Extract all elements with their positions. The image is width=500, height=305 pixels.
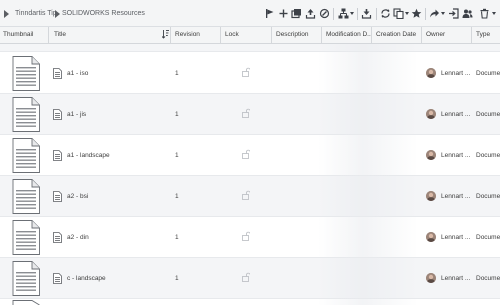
owner-avatar bbox=[426, 232, 436, 242]
row-revision: 1 bbox=[175, 110, 179, 118]
row-type: Document bbox=[476, 69, 500, 77]
upload-icon[interactable] bbox=[305, 8, 316, 19]
document-type-icon bbox=[53, 68, 62, 79]
toolbar: Tinndartis Tip SOLIDWORKS Resources bbox=[0, 0, 500, 27]
table-row[interactable]: c - landscape 1 Lennart ... Document bbox=[0, 258, 500, 299]
row-revision: 1 bbox=[175, 151, 179, 159]
unlocked-lock-icon[interactable] bbox=[242, 190, 251, 200]
owner-avatar bbox=[426, 68, 436, 78]
owner-avatar bbox=[426, 273, 436, 283]
thumbnail-document-icon[interactable] bbox=[12, 220, 40, 255]
row-owner[interactable]: Lennart ... bbox=[441, 53, 471, 93]
document-type-icon bbox=[53, 191, 62, 202]
table-row[interactable]: a2 - din 1 Lennart ... Document bbox=[0, 217, 500, 258]
thumbnail-document-icon bbox=[12, 300, 40, 305]
breadcrumb-item-workspace[interactable]: Tinndartis Tip bbox=[15, 10, 57, 17]
column-header-type[interactable]: Type bbox=[471, 27, 500, 44]
table-body: a1 - iso 1 Lennart ... Document bbox=[0, 44, 500, 305]
toolbar-separator bbox=[357, 8, 358, 20]
document-type-icon bbox=[53, 109, 62, 120]
download-icon[interactable] bbox=[361, 8, 372, 19]
document-type-icon bbox=[53, 232, 62, 243]
owner-avatar bbox=[426, 109, 436, 119]
column-header-lock[interactable]: Lock bbox=[220, 27, 271, 44]
row-title[interactable]: a1 - jis bbox=[67, 94, 167, 134]
sort-icon[interactable] bbox=[162, 29, 169, 39]
column-header-thumbnail[interactable]: Thumbnail bbox=[3, 27, 47, 44]
thumbnail-document-icon[interactable] bbox=[12, 138, 40, 173]
row-revision: 1 bbox=[175, 69, 179, 77]
row-type: Document bbox=[476, 192, 500, 200]
unlocked-lock-icon[interactable] bbox=[242, 67, 251, 77]
flag-icon[interactable] bbox=[264, 8, 275, 19]
toolbar-separator bbox=[425, 8, 426, 20]
toolbar-separator bbox=[333, 8, 334, 20]
row-owner[interactable]: Lennart ... bbox=[441, 94, 471, 134]
row-type: Document bbox=[476, 110, 500, 118]
share-icon[interactable] bbox=[429, 8, 440, 19]
row-title[interactable]: a1 - iso bbox=[67, 53, 167, 93]
row-owner[interactable]: Lennart ... bbox=[441, 135, 471, 175]
unlocked-lock-icon[interactable] bbox=[242, 149, 251, 159]
trash-dropdown-caret-icon[interactable] bbox=[492, 12, 496, 15]
plus-icon[interactable] bbox=[278, 8, 289, 19]
copy-icon[interactable] bbox=[393, 8, 404, 19]
row-title[interactable]: c - landscape bbox=[67, 258, 167, 298]
thumbnail-document-icon[interactable] bbox=[12, 56, 40, 91]
sync-icon[interactable] bbox=[380, 8, 391, 19]
copy-dropdown-caret-icon[interactable] bbox=[405, 12, 409, 15]
link-icon[interactable] bbox=[319, 8, 330, 19]
row-title[interactable]: a2 - bsi bbox=[67, 176, 167, 216]
collection-icon[interactable] bbox=[291, 8, 302, 19]
unlocked-lock-icon[interactable] bbox=[242, 231, 251, 241]
star-icon[interactable] bbox=[411, 8, 422, 19]
row-type: Document bbox=[476, 274, 500, 282]
enter-icon[interactable] bbox=[448, 8, 459, 19]
thumbnail-document-icon[interactable] bbox=[12, 179, 40, 214]
users-icon[interactable] bbox=[462, 8, 473, 19]
row-owner[interactable]: Lennart ... bbox=[441, 217, 471, 257]
row-type: Document bbox=[476, 151, 500, 159]
row-title[interactable]: a2 - din bbox=[67, 217, 167, 257]
unlocked-lock-icon[interactable] bbox=[242, 272, 251, 282]
row-owner[interactable]: Lennart ... bbox=[441, 176, 471, 216]
table-row[interactable]: a1 - landscape 1 Lennart ... Document bbox=[0, 135, 500, 176]
unlocked-lock-icon[interactable] bbox=[242, 108, 251, 118]
row-title[interactable]: a1 - landscape bbox=[67, 135, 167, 175]
column-header-owner[interactable]: Owner bbox=[421, 27, 471, 44]
table-row-partial bbox=[0, 297, 500, 305]
table-row[interactable]: a1 - iso 1 Lennart ... Document bbox=[0, 53, 500, 94]
hierarchy-dropdown-caret-icon[interactable] bbox=[350, 12, 354, 15]
breadcrumb-item-folder[interactable]: SOLIDWORKS Resources bbox=[62, 10, 145, 17]
column-header-description[interactable]: Description bbox=[271, 27, 321, 44]
thumbnail-document-icon[interactable] bbox=[12, 261, 40, 296]
breadcrumb-separator-icon bbox=[55, 10, 60, 18]
column-header-modification-date[interactable]: Modification D... bbox=[321, 27, 371, 44]
owner-avatar bbox=[426, 150, 436, 160]
row-revision: 1 bbox=[175, 274, 179, 282]
trash-icon[interactable] bbox=[479, 8, 490, 19]
column-header-title[interactable]: Title bbox=[48, 27, 170, 44]
document-type-icon bbox=[53, 273, 62, 284]
row-type: Document bbox=[476, 233, 500, 241]
table-row[interactable]: a2 - bsi 1 Lennart ... Document bbox=[0, 176, 500, 217]
row-revision: 1 bbox=[175, 233, 179, 241]
table-row[interactable]: a1 - jis 1 Lennart ... Document bbox=[0, 94, 500, 135]
row-owner[interactable]: Lennart ... bbox=[441, 258, 471, 298]
breadcrumb-arrow-icon bbox=[4, 10, 9, 18]
table-header: Thumbnail Title Revision Lock Descriptio… bbox=[0, 27, 500, 44]
document-type-icon bbox=[53, 150, 62, 161]
owner-avatar bbox=[426, 191, 436, 201]
column-header-creation-date[interactable]: Creation Date bbox=[371, 27, 421, 44]
thumbnail-document-icon[interactable] bbox=[12, 97, 40, 132]
share-dropdown-caret-icon[interactable] bbox=[441, 12, 445, 15]
column-header-revision[interactable]: Revision bbox=[170, 27, 220, 44]
row-revision: 1 bbox=[175, 192, 179, 200]
toolbar-separator bbox=[376, 8, 377, 20]
hierarchy-icon[interactable] bbox=[338, 8, 349, 19]
